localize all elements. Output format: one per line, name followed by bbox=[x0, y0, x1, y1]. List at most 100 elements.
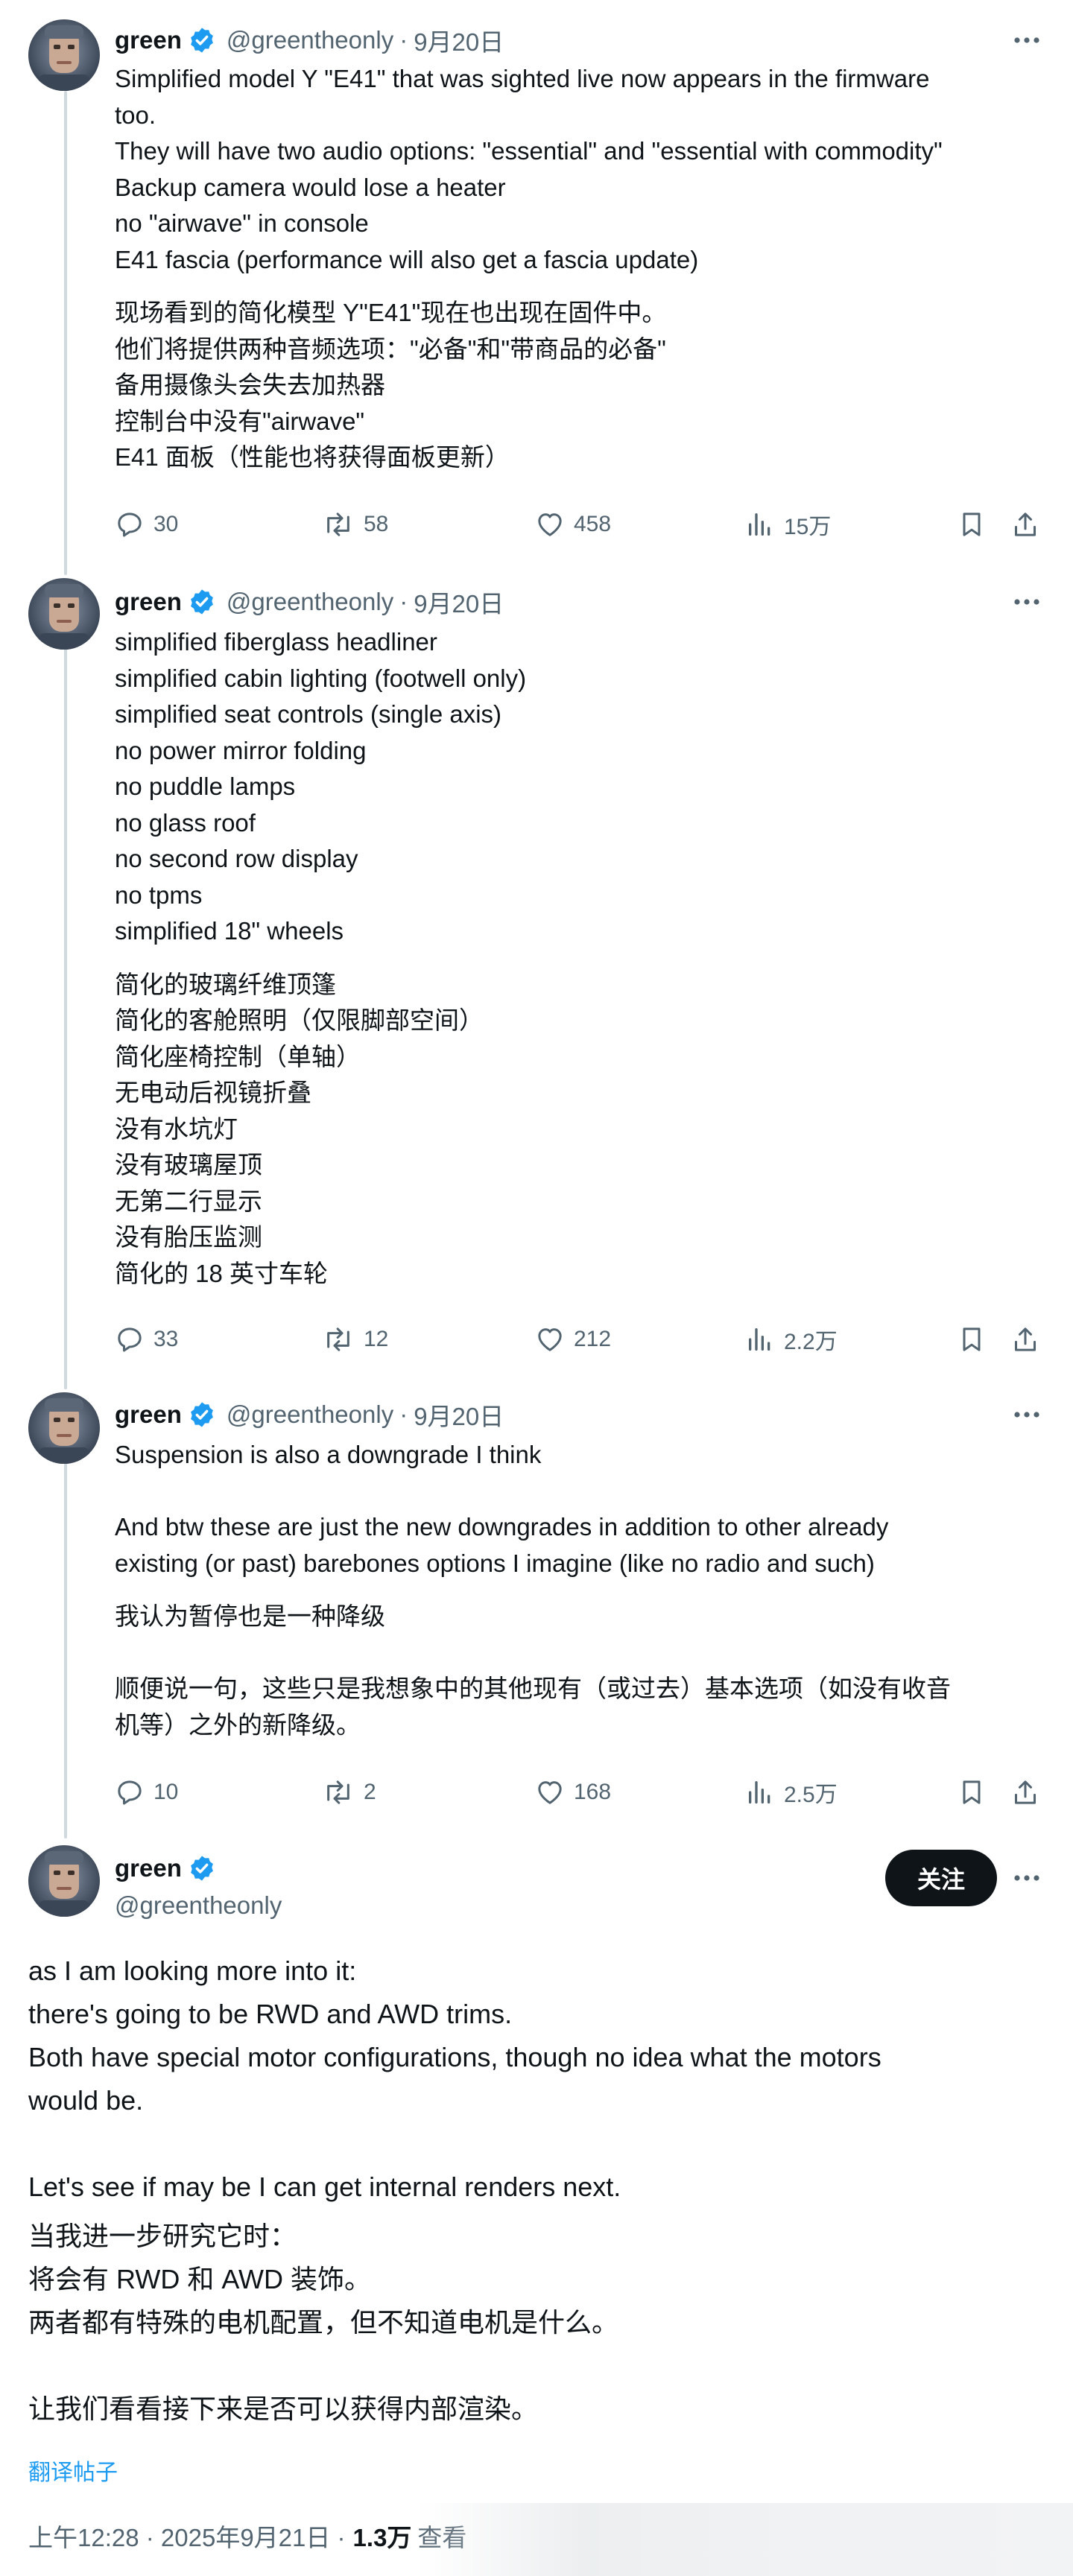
author-handle[interactable]: @greentheonly bbox=[115, 1891, 282, 1920]
bookmark-icon bbox=[963, 513, 981, 536]
tweet-date[interactable]: 9月20日 bbox=[414, 1397, 504, 1433]
reply-button[interactable]: 10 bbox=[115, 1771, 178, 1813]
verified-icon bbox=[188, 26, 216, 54]
text-line: no power mirror folding bbox=[115, 736, 367, 764]
like-count: 458 bbox=[574, 512, 612, 536]
text-line: 顺便说一句，这些只是我想象中的其他现有（或过去）基本选项（如没有收音 bbox=[115, 1675, 951, 1702]
translate-post-link[interactable]: 翻译帖子 bbox=[28, 2454, 118, 2487]
views-count: 15万 bbox=[784, 515, 832, 539]
text-line: there's going to be RWD and AWD trims. bbox=[28, 1999, 513, 2029]
reply-button[interactable]: 30 bbox=[115, 504, 178, 545]
retweet-count: 58 bbox=[364, 512, 389, 536]
text-line: Simplified model Y "E41" that was sighte… bbox=[115, 65, 930, 92]
tweet-header-handle: @greentheonly bbox=[115, 1889, 282, 1922]
text-line: simplified fiberglass headliner bbox=[115, 628, 437, 656]
bookmark-icon bbox=[963, 1780, 981, 1804]
views-button[interactable]: 2.2万 bbox=[745, 1319, 838, 1360]
bookmark-button[interactable] bbox=[957, 1319, 987, 1360]
text-line: Suspension is also a downgrade I think bbox=[115, 1441, 542, 1468]
reply-icon bbox=[118, 1327, 142, 1352]
like-button[interactable]: 168 bbox=[535, 1771, 611, 1813]
text-line: 现场看到的简化模型 Y"E41"现在也出现在固件中。 bbox=[115, 299, 667, 326]
timestamp[interactable]: 上午12:28 · 2025年9月21日 · bbox=[28, 2518, 346, 2554]
tweet-date[interactable]: 9月20日 bbox=[414, 584, 504, 620]
reply-icon bbox=[118, 1780, 142, 1805]
tweet-header: green @greentheonly · 9月20日 bbox=[115, 1398, 504, 1431]
watermark-overlay bbox=[417, 2503, 1073, 2576]
thread-line bbox=[64, 91, 67, 575]
like-button[interactable]: 212 bbox=[535, 1319, 611, 1360]
retweet-button[interactable]: 2 bbox=[322, 1771, 376, 1813]
author-name[interactable]: green bbox=[115, 1854, 182, 1882]
avatar[interactable] bbox=[28, 19, 100, 91]
bookmark-button[interactable] bbox=[957, 504, 987, 545]
author-name[interactable]: green bbox=[115, 1400, 182, 1429]
bookmark-icon bbox=[963, 1327, 981, 1351]
share-icon bbox=[1015, 1327, 1036, 1351]
like-count: 168 bbox=[574, 1780, 612, 1804]
retweet-button[interactable]: 58 bbox=[322, 504, 388, 545]
more-icon[interactable] bbox=[1010, 24, 1043, 57]
author-name[interactable]: green bbox=[115, 26, 182, 54]
text-line: 让我们看看接下来是否可以获得内部渲染。 bbox=[28, 2393, 539, 2424]
text-line: E41 fascia (performance will also get a … bbox=[115, 245, 699, 273]
author-handle[interactable]: @greentheonly bbox=[227, 26, 393, 54]
author-name[interactable]: green bbox=[115, 588, 182, 616]
reply-count: 10 bbox=[153, 1780, 179, 1804]
views-button[interactable]: 2.5万 bbox=[745, 1771, 838, 1813]
text-line: no second row display bbox=[115, 845, 358, 872]
views-icon bbox=[749, 513, 770, 536]
share-button[interactable] bbox=[1010, 1771, 1040, 1813]
share-button[interactable] bbox=[1010, 1319, 1040, 1360]
views-icon bbox=[749, 1781, 770, 1803]
author-handle[interactable]: @greentheonly bbox=[227, 588, 393, 616]
verified-icon bbox=[188, 588, 216, 616]
text-line: 我认为暂停也是一种降级 bbox=[115, 1602, 385, 1630]
text-line: 两者都有特殊的电机配置，但不知道电机是什么。 bbox=[28, 2307, 619, 2338]
text-line: And btw these are just the new downgrade… bbox=[115, 1513, 889, 1541]
text-line: no tpms bbox=[115, 881, 203, 909]
follow-button[interactable]: 关注 bbox=[885, 1850, 997, 1906]
separator-dot: · bbox=[399, 1400, 408, 1428]
tweet-text: as I am looking more into it: there's go… bbox=[28, 1950, 1049, 2431]
text-line: 将会有 RWD 和 AWD 装饰。 bbox=[28, 2264, 371, 2294]
more-icon[interactable] bbox=[1010, 1862, 1043, 1894]
tweet-header: green bbox=[115, 1852, 227, 1885]
thread-line bbox=[64, 648, 67, 1389]
text-line: 没有玻璃屋顶 bbox=[115, 1151, 262, 1178]
author-handle[interactable]: @greentheonly bbox=[227, 1400, 393, 1429]
avatar[interactable] bbox=[28, 1845, 100, 1917]
share-icon bbox=[1015, 513, 1036, 536]
like-button[interactable]: 458 bbox=[535, 504, 611, 545]
text-line: 无电动后视镜折叠 bbox=[115, 1079, 311, 1106]
tweet-date[interactable]: 9月20日 bbox=[414, 22, 504, 58]
text-line: would be. bbox=[28, 2085, 144, 2116]
text-line: as I am looking more into it: bbox=[28, 1955, 357, 1986]
views-button[interactable]: 15万 bbox=[745, 504, 831, 545]
avatar[interactable] bbox=[28, 578, 100, 650]
views-total: 1.3万 bbox=[352, 2524, 412, 2551]
text-line: 当我进一步研究它时： bbox=[28, 2221, 297, 2251]
share-button[interactable] bbox=[1010, 504, 1040, 545]
text-line: simplified seat controls (single axis) bbox=[115, 700, 502, 728]
avatar[interactable] bbox=[28, 1392, 100, 1464]
text-line: simplified cabin lighting (footwell only… bbox=[115, 664, 527, 692]
retweet-icon bbox=[327, 513, 349, 536]
reply-button[interactable]: 33 bbox=[115, 1319, 178, 1360]
bookmark-button[interactable] bbox=[957, 1771, 987, 1813]
more-icon[interactable] bbox=[1010, 1398, 1043, 1431]
text-line: 简化的玻璃纤维顶篷 bbox=[115, 970, 336, 998]
tweet-text: Simplified model Y "E41" that was sighte… bbox=[115, 61, 1039, 476]
text-line: Let's see if may be I can get internal r… bbox=[28, 2171, 621, 2202]
tweet-actions: 30 58 458 15万 bbox=[115, 504, 1046, 545]
thread-line bbox=[64, 1462, 67, 1839]
retweet-button[interactable]: 12 bbox=[322, 1319, 388, 1360]
separator-dot: · bbox=[399, 26, 408, 54]
like-icon bbox=[538, 1781, 562, 1804]
share-icon bbox=[1015, 1780, 1036, 1804]
views-count: 2.5万 bbox=[784, 1783, 838, 1807]
retweet-count: 2 bbox=[364, 1780, 376, 1804]
more-icon[interactable] bbox=[1010, 586, 1043, 618]
text-line: existing (or past) barebones options I i… bbox=[115, 1549, 875, 1577]
tweet-header: green @greentheonly · 9月20日 bbox=[115, 586, 504, 618]
